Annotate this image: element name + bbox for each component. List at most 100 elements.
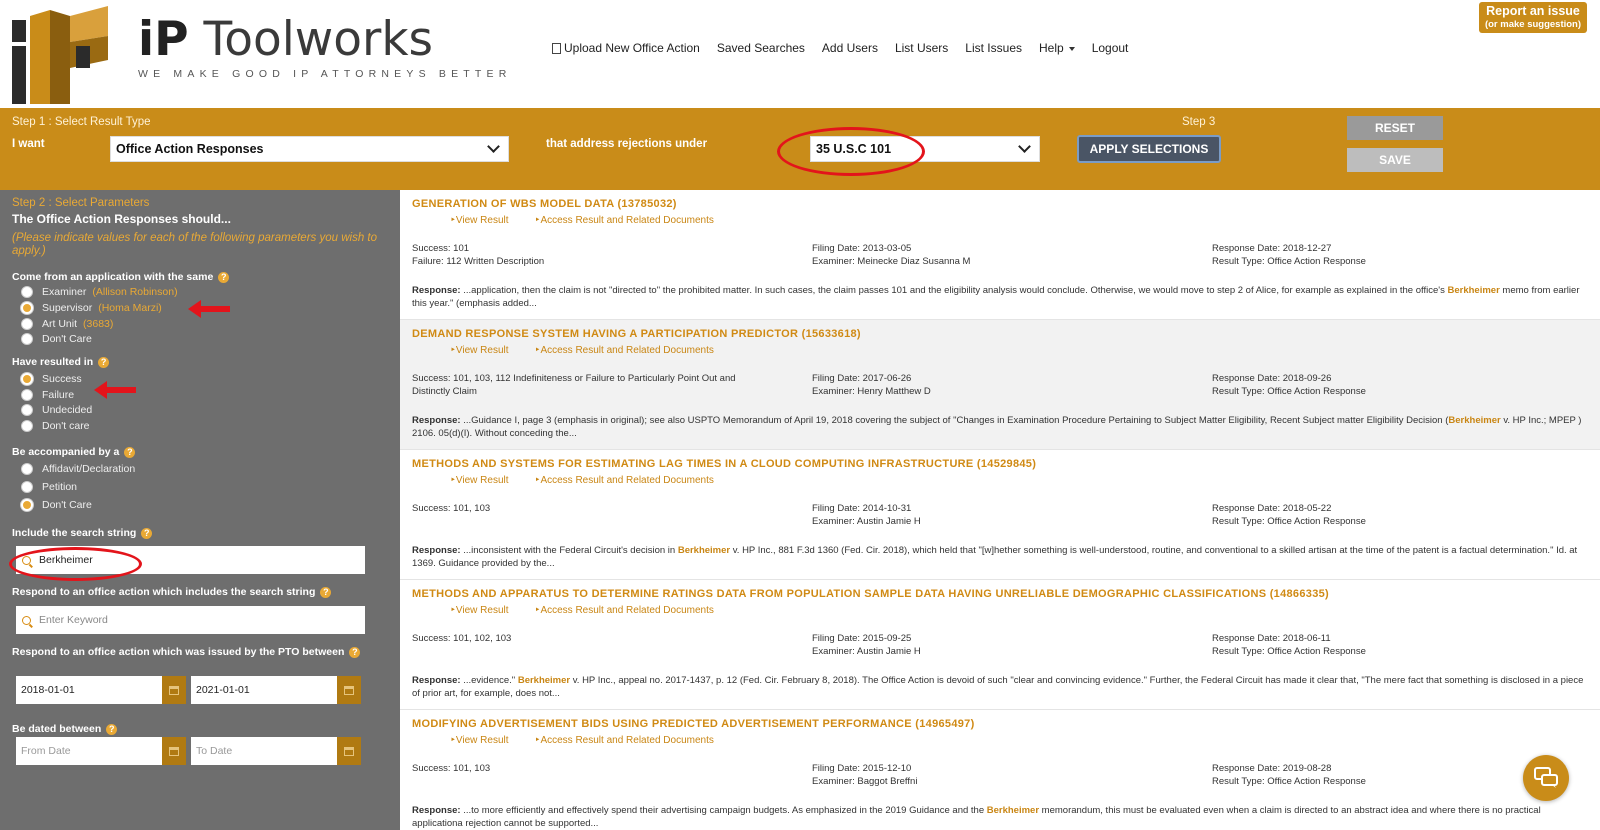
radio-label: Don't Care [42, 499, 92, 511]
view-result-link[interactable]: ‣View Result [450, 345, 509, 356]
help-icon[interactable]: ? [106, 723, 118, 735]
access-result-link[interactable]: ‣Access Result and Related Documents [535, 345, 714, 356]
red-highlight-ellipse [777, 127, 925, 176]
radio-art-unit[interactable]: Art Unit (3683) [21, 318, 113, 330]
save-button[interactable]: SAVE [1347, 148, 1443, 172]
help-icon[interactable]: ? [349, 646, 361, 658]
help-icon[interactable]: ? [141, 527, 153, 539]
radio-affidavit[interactable]: Affidavit/Declaration [21, 463, 135, 475]
chat-icon[interactable] [1523, 755, 1569, 801]
nav-saved-searches[interactable]: Saved Searches [717, 41, 805, 55]
access-result-link[interactable]: ‣Access Result and Related Documents [535, 605, 714, 616]
response-excerpt: Response: ...to more efficiently and eff… [412, 804, 1592, 830]
step1-label: Step 1 : Select Result Type [12, 116, 151, 128]
result-response: Response Date: 2018-06-11 Result Type: Of… [1212, 632, 1592, 658]
from-date-field[interactable]: From Date [16, 737, 162, 765]
result-status: Success: 101, 102, 103 [412, 632, 792, 645]
radio-icon [21, 286, 33, 298]
from-date-input[interactable]: From Date [16, 737, 186, 765]
keyword-placeholder: Enter Keyword [39, 614, 108, 626]
result-type: Result Type: Office Action Response [1212, 386, 1366, 397]
radio-examiner[interactable]: Examiner (Allison Robinson) [21, 286, 178, 298]
question-issued: Respond to an office action which was is… [12, 646, 361, 658]
view-result-link[interactable]: ‣View Result [450, 215, 509, 226]
radio-success[interactable]: Success [21, 373, 82, 385]
radio-petition[interactable]: Petition [21, 481, 77, 493]
result-card: DEMAND RESPONSE SYSTEM HAVING A PARTICIP… [400, 320, 1600, 450]
radio-label: Don't Care [42, 333, 92, 345]
radio-selected-icon [21, 302, 33, 314]
result-status: Success: 101 Failure: 112 Written Descrip… [412, 242, 792, 268]
sidebar-note: (Please indicate values for each of the … [12, 232, 378, 257]
excerpt-highlight: Berkheimer [1448, 415, 1501, 426]
view-result-link[interactable]: ‣View Result [450, 605, 509, 616]
filing-date: Filing Date: 2015-12-10 [812, 763, 912, 774]
calendar-icon[interactable] [337, 676, 361, 704]
result-filing: Filing Date: 2015-12-10 Examiner: Baggot … [812, 762, 1192, 788]
result-title[interactable]: DEMAND RESPONSE SYSTEM HAVING A PARTICIP… [412, 328, 861, 340]
calendar-icon[interactable] [162, 676, 186, 704]
radio-dont-care-same[interactable]: Don't Care [21, 333, 92, 345]
link-label: Access Result and Related Documents [540, 605, 714, 616]
calendar-icon[interactable] [337, 737, 361, 765]
nav-help[interactable]: Help [1039, 41, 1075, 55]
excerpt-post: v. HP Inc., appeal no. 2017-1437, p. 12 … [412, 675, 1584, 699]
access-result-link[interactable]: ‣Access Result and Related Documents [535, 475, 714, 486]
access-result-link[interactable]: ‣Access Result and Related Documents [535, 735, 714, 746]
step3-label: Step 3 [1182, 116, 1216, 128]
access-result-link[interactable]: ‣Access Result and Related Documents [535, 215, 714, 226]
radio-dont-care-accompanied[interactable]: Don't Care [21, 499, 92, 511]
radio-label: Success [42, 373, 82, 385]
examiner: Examiner: Meinecke Diaz Susanna M [812, 256, 971, 267]
radio-undecided[interactable]: Undecided [21, 404, 92, 416]
red-arrow-icon [94, 381, 136, 399]
result-type-select[interactable]: Office Action Responses [110, 136, 509, 162]
help-icon[interactable]: ? [320, 586, 332, 598]
radio-dont-care-result[interactable]: Don't care [21, 420, 90, 432]
issued-to-date[interactable]: 2021-01-01 [191, 676, 361, 704]
help-icon[interactable]: ? [218, 271, 230, 283]
success-text: Success: 101, 102, 103 [412, 633, 512, 644]
result-filing: Filing Date: 2013-03-05 Examiner: Meineck… [812, 242, 1192, 268]
success-text: Success: 101, 103, 112 Indefiniteness or… [412, 373, 736, 397]
issued-from-date[interactable]: 2018-01-01 [16, 676, 186, 704]
link-label: Access Result and Related Documents [540, 475, 714, 486]
link-label: View Result [455, 605, 509, 616]
result-type: Result Type: Office Action Response [1212, 256, 1366, 267]
report-issue-button[interactable]: Report an issue (or make suggestion) [1479, 2, 1587, 33]
help-icon[interactable]: ? [98, 356, 110, 368]
radio-failure[interactable]: Failure [21, 389, 74, 401]
chevron-down-icon [487, 140, 500, 153]
reset-button[interactable]: RESET [1347, 116, 1443, 140]
nav-list-users[interactable]: List Users [895, 41, 948, 55]
result-response: Response Date: 2018-09-26 Result Type: Of… [1212, 372, 1592, 398]
nav-list-issues[interactable]: List Issues [965, 41, 1022, 55]
radio-icon [21, 463, 33, 475]
help-icon[interactable]: ? [124, 446, 136, 458]
calendar-icon[interactable] [162, 737, 186, 765]
report-sublabel: (or make suggestion) [1484, 19, 1582, 30]
result-title[interactable]: GENERATION OF WBS MODEL DATA (13785032) [412, 198, 677, 210]
nav-add-users[interactable]: Add Users [822, 41, 878, 55]
result-status: Success: 101, 103, 112 Indefiniteness or… [412, 372, 762, 398]
ip-toolworks-logo-icon[interactable] [10, 2, 110, 104]
apply-selections-button[interactable]: APPLY SELECTIONS [1077, 135, 1221, 163]
examiner: Examiner: Austin Jamie H [812, 516, 921, 527]
result-title[interactable]: MODIFYING ADVERTISEMENT BIDS USING PREDI… [412, 718, 975, 730]
to-date-field[interactable]: To Date [191, 737, 337, 765]
nav-label: Help [1039, 41, 1064, 55]
result-links: ‣View Result ‣Access Result and Related D… [450, 215, 714, 226]
caret-down-icon [1068, 47, 1075, 51]
nav-logout[interactable]: Logout [1092, 41, 1129, 55]
to-date-input[interactable]: To Date [191, 737, 361, 765]
result-title[interactable]: METHODS AND APPARATUS TO DETERMINE RATIN… [412, 588, 1329, 600]
result-title[interactable]: METHODS AND SYSTEMS FOR ESTIMATING LAG T… [412, 458, 1036, 470]
radio-supervisor[interactable]: Supervisor (Homa Marzi) [21, 302, 162, 314]
view-result-link[interactable]: ‣View Result [450, 475, 509, 486]
radio-label: Petition [42, 481, 78, 493]
nav-upload-office-action[interactable]: Upload New Office Action [552, 41, 700, 55]
question-label: Have resulted in [12, 356, 94, 368]
result-response: Response Date: 2018-12-27 Result Type: Of… [1212, 242, 1592, 268]
view-result-link[interactable]: ‣View Result [450, 735, 509, 746]
keyword-input[interactable]: Enter Keyword [16, 606, 365, 634]
